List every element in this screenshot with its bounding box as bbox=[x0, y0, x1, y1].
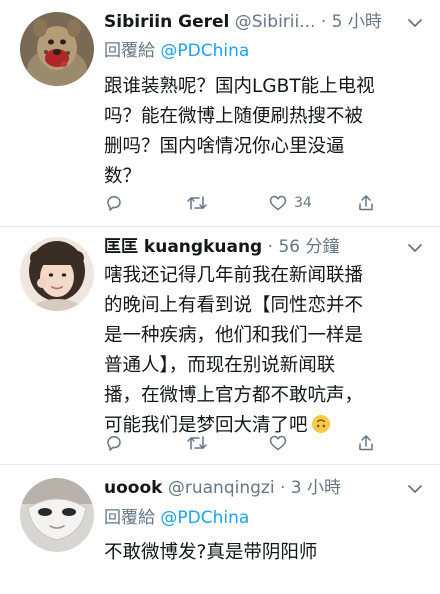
like-count: 34 bbox=[294, 195, 312, 211]
timestamp[interactable]: 56 分鐘 bbox=[278, 237, 339, 257]
tweet-header: 匡匡 kuangkuang · 56 分鐘 bbox=[104, 235, 424, 259]
like-button[interactable]: 34 bbox=[268, 192, 312, 214]
avatar[interactable] bbox=[20, 237, 94, 311]
tweet-text-line: 跟谁装熟呢？国内LGBT能上电视 bbox=[104, 76, 375, 97]
heart-icon bbox=[269, 435, 287, 451]
tweet-text-line: 是一种疾病，他们和我们一样是 bbox=[104, 325, 364, 346]
separator-dot: · bbox=[279, 478, 286, 498]
tweet-text: 不敢微博发?真是带阴阳师 bbox=[104, 538, 426, 568]
tweet-2[interactable]: 匡匡 kuangkuang · 56 分鐘 嗐我还记得几年前我在新闻联播 的晚间… bbox=[0, 227, 440, 463]
woman-avatar-image bbox=[20, 237, 94, 311]
avatar[interactable] bbox=[20, 478, 94, 552]
tweet-text-line: 的晚间上有看到说【同性恋并不 bbox=[104, 295, 364, 316]
replying-prefix: 回覆給 bbox=[104, 41, 161, 61]
tweet-3[interactable]: uoook @ruanqingzi · 3 小時 回覆給 @PDChina 不敢… bbox=[0, 466, 440, 594]
separator-dot: · bbox=[320, 12, 327, 32]
tweet-header: Sibiriin Gerel @Sibirii... · 5 小時 bbox=[104, 10, 424, 34]
tweet-text-line: 数？ bbox=[104, 166, 142, 187]
display-name[interactable]: Sibiriin Gerel bbox=[104, 12, 229, 32]
mention-link[interactable]: @PDChina bbox=[160, 508, 249, 528]
tweet-1[interactable]: Sibiriin Gerel @Sibirii... · 5 小時 回覆給 @P… bbox=[0, 0, 440, 226]
tweet-text: 嗐我还记得几年前我在新闻联播 的晚间上有看到说【同性恋并不 是一种疾病，他们和我… bbox=[104, 261, 426, 441]
user-handle[interactable]: @Sibirii... bbox=[235, 12, 316, 32]
reply-icon bbox=[107, 436, 121, 451]
user-handle[interactable]: @ruanqingzi bbox=[168, 478, 275, 498]
separator-dot: · bbox=[267, 237, 274, 257]
avatar[interactable] bbox=[20, 12, 94, 86]
display-name[interactable]: 匡匡 kuangkuang bbox=[104, 237, 262, 257]
upside-down-face-emoji-icon bbox=[311, 415, 330, 433]
retweet-button[interactable] bbox=[186, 432, 214, 454]
tweet-text-line: 不敢微博发?真是带阴阳师 bbox=[104, 542, 318, 563]
retweet-icon bbox=[187, 196, 207, 210]
timestamp[interactable]: 5 小時 bbox=[332, 12, 382, 32]
action-bar bbox=[104, 432, 424, 454]
tweet-text: 跟谁装熟呢？国内LGBT能上电视 吗？能在微博上随便刷热搜不被 删吗？国内啥情况… bbox=[104, 72, 426, 192]
action-bar: 34 bbox=[104, 192, 424, 214]
timestamp[interactable]: 3 小時 bbox=[291, 478, 341, 498]
heart-icon bbox=[269, 195, 287, 211]
reply-button[interactable] bbox=[104, 192, 130, 214]
tweet-header: uoook @ruanqingzi · 3 小時 bbox=[104, 476, 424, 500]
chevron-down-icon[interactable] bbox=[406, 239, 424, 257]
retweet-button[interactable] bbox=[186, 192, 214, 214]
tweet-text-line: 普通人】，而现在别说新闻联 bbox=[104, 355, 336, 376]
share-button[interactable] bbox=[356, 432, 382, 454]
retweet-icon bbox=[187, 436, 207, 450]
replying-to-line: 回覆給 @PDChina bbox=[104, 506, 249, 530]
tweet-text-line: 播，在微博上官方都不敢吭声， bbox=[104, 385, 364, 406]
tweet-divider bbox=[0, 464, 440, 465]
replying-to-line: 回覆給 @PDChina bbox=[104, 39, 249, 63]
tweet-text-line: 删吗？国内啥情况你心里没逼 bbox=[104, 136, 345, 157]
tweet-text-line: 吗？能在微博上随便刷热搜不被 bbox=[104, 106, 364, 127]
chevron-down-icon[interactable] bbox=[406, 14, 424, 32]
share-icon bbox=[359, 195, 373, 211]
share-button[interactable] bbox=[356, 192, 382, 214]
share-icon bbox=[359, 435, 373, 451]
reply-button[interactable] bbox=[104, 432, 130, 454]
reply-icon bbox=[107, 196, 121, 211]
tweet-text-line: 嗐我还记得几年前我在新闻联播 bbox=[104, 265, 364, 286]
like-button[interactable] bbox=[268, 432, 294, 454]
hyena-avatar-image bbox=[20, 12, 94, 86]
replying-prefix: 回覆給 bbox=[104, 508, 161, 528]
display-name[interactable]: uoook bbox=[104, 478, 162, 498]
mention-link[interactable]: @PDChina bbox=[160, 41, 249, 61]
mask-avatar-image bbox=[20, 478, 94, 552]
chevron-down-icon[interactable] bbox=[406, 480, 424, 498]
